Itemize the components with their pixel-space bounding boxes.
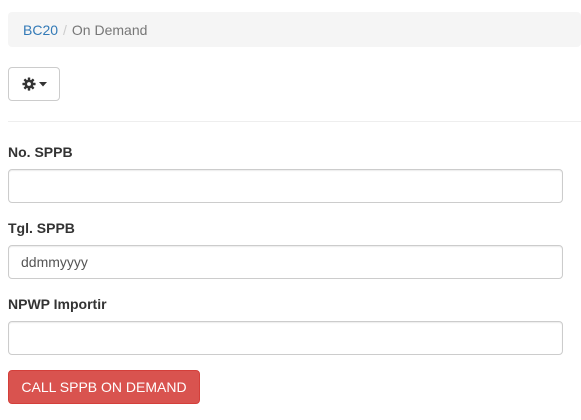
- page: BC20 / On Demand No. SPPB Tgl. SPPB ddmm…: [0, 0, 581, 420]
- npwp-importir-label: NPWP Importir: [8, 296, 107, 312]
- tools-dropdown-button[interactable]: [8, 67, 60, 101]
- tgl-sppb-label: Tgl. SPPB: [8, 220, 75, 236]
- no-sppb-input[interactable]: [8, 169, 563, 203]
- npwp-importir-input[interactable]: [8, 321, 563, 355]
- breadcrumb-separator: /: [63, 21, 67, 38]
- caret-down-icon: [38, 81, 47, 87]
- call-sppb-on-demand-button[interactable]: CALL SPPB ON DEMAND: [8, 370, 200, 404]
- gear-icon: [21, 77, 36, 91]
- no-sppb-label: No. SPPB: [8, 144, 73, 160]
- breadcrumb-item-bc20[interactable]: BC20: [23, 22, 58, 38]
- breadcrumb: BC20 / On Demand: [8, 12, 581, 47]
- tgl-sppb-input[interactable]: [8, 245, 563, 279]
- divider: [8, 121, 581, 122]
- breadcrumb-item-current: On Demand: [71, 21, 148, 38]
